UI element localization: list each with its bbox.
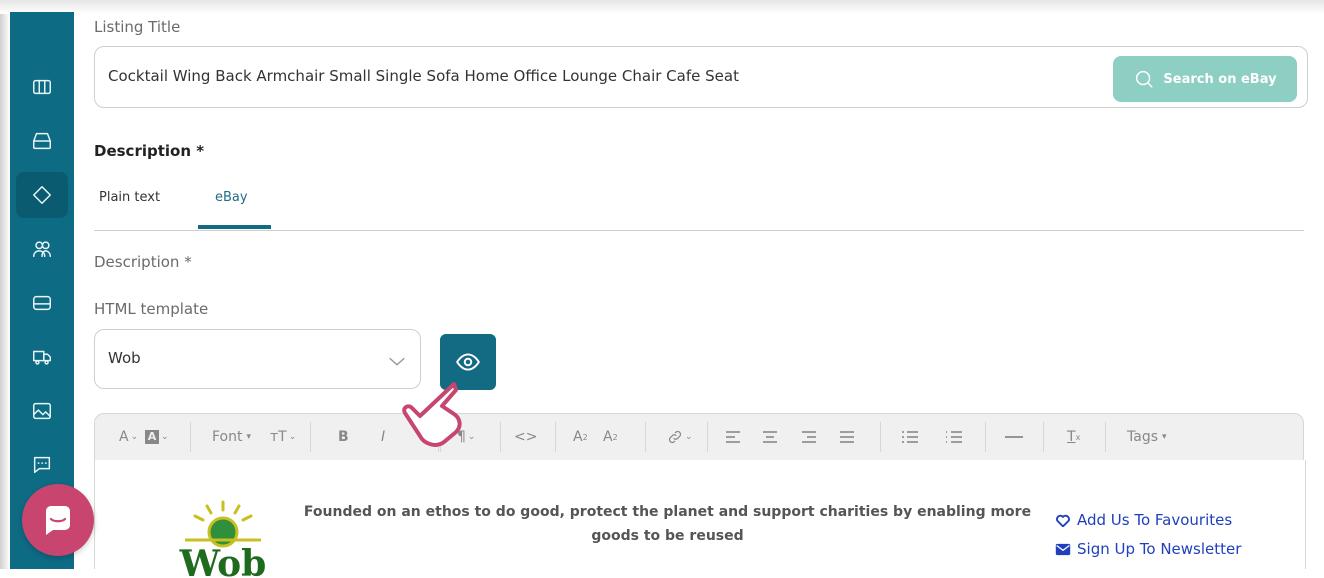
sidebar-item-users[interactable]: [16, 226, 68, 272]
font-label: Font: [212, 429, 243, 445]
tab-ebay[interactable]: eBay: [215, 190, 248, 205]
toolbar-divider: [880, 422, 881, 452]
toolbar-divider: [707, 422, 708, 452]
newsletter-label: Sign Up To Newsletter: [1077, 540, 1242, 558]
numbered-list-button[interactable]: [945, 414, 963, 460]
tag-icon: [33, 186, 51, 204]
wob-logo: Wob: [179, 500, 267, 578]
align-center-button[interactable]: [762, 414, 778, 460]
sidebar-item-shipping[interactable]: [16, 334, 68, 380]
toolbar-divider: [985, 422, 986, 452]
description-sub-label: Description *: [94, 253, 192, 271]
sidebar-item-messages[interactable]: [16, 442, 68, 488]
align-justify-button[interactable]: [839, 414, 855, 460]
eye-icon: [456, 353, 480, 371]
bullet-list-button[interactable]: [901, 414, 919, 460]
columns-icon: [33, 79, 51, 95]
heart-icon: [1056, 514, 1070, 527]
card-icon: [33, 295, 51, 311]
editor-toolbar: A ⌄ A ⌄ Font ▾ ᴛT ⌄ B I ¶ ⌄ <> A2 A2 ⌄ T…: [94, 413, 1304, 461]
sidebar-item-payments[interactable]: [16, 280, 68, 326]
chevron-down-icon: [389, 357, 405, 366]
add-favourites-link[interactable]: Add Us To Favourites: [1055, 511, 1232, 529]
font-size-button[interactable]: ᴛT ⌄: [270, 414, 296, 460]
toolbar-divider: [1105, 422, 1106, 452]
align-right-button[interactable]: [801, 414, 817, 460]
superscript-button[interactable]: A2: [573, 414, 588, 460]
background-color-button[interactable]: A ⌄: [145, 414, 169, 460]
image-icon: [33, 402, 51, 420]
toolbar-divider: [1043, 422, 1044, 452]
align-left-button[interactable]: [725, 414, 741, 460]
truck-icon: [33, 350, 51, 365]
html-template-label: HTML template: [94, 300, 209, 318]
font-dropdown[interactable]: Font ▾: [212, 414, 251, 460]
horizontal-rule-button[interactable]: [1005, 414, 1023, 460]
message-icon: [33, 456, 51, 474]
left-edge: [0, 0, 10, 569]
sidebar-item-tags[interactable]: [16, 172, 68, 218]
description-heading: Description *: [94, 142, 205, 160]
app-frame: Listing Title Cocktail Wing Back Armchai…: [0, 0, 1324, 578]
users-icon: [33, 241, 51, 258]
pointer-hand-icon: [402, 382, 462, 447]
inbox-icon: [33, 132, 51, 150]
code-view-button[interactable]: <>: [514, 414, 537, 460]
description-tabs: Plain text eBay: [94, 180, 1304, 231]
link-icon: [668, 430, 682, 444]
svg-text:Wob: Wob: [179, 543, 267, 578]
align-right-icon: [802, 431, 816, 443]
ethos-text: Founded on an ethos to do good, protect …: [303, 504, 1032, 544]
tab-plain-text[interactable]: Plain text: [99, 190, 160, 205]
toolbar-divider: [190, 422, 191, 452]
sidebar-item-media[interactable]: [16, 388, 68, 434]
envelope-icon: [1055, 543, 1071, 555]
horizontal-rule-icon: [1005, 436, 1023, 438]
sidebar-item-inbox[interactable]: [16, 118, 68, 164]
editor-area[interactable]: Wob Founded on an ethos to do good, prot…: [94, 460, 1306, 578]
active-tab-indicator: [198, 225, 271, 229]
search-on-ebay-label: Search on eBay: [1163, 71, 1277, 87]
chat-icon: [46, 506, 70, 535]
tags-dropdown[interactable]: Tags ▾: [1127, 414, 1167, 460]
chat-button[interactable]: [22, 484, 94, 556]
subscript-button[interactable]: A2: [603, 414, 618, 460]
sidebar-item-columns[interactable]: [16, 64, 68, 110]
listing-title-label: Listing Title: [94, 18, 181, 36]
listing-title-input[interactable]: Cocktail Wing Back Armchair Small Single…: [94, 46, 1308, 108]
align-center-icon: [763, 431, 777, 443]
clear-format-icon: T: [1067, 429, 1076, 445]
toolbar-divider: [555, 422, 556, 452]
align-left-icon: [726, 431, 740, 443]
toolbar-divider: [310, 422, 311, 452]
link-button[interactable]: ⌄: [667, 414, 693, 460]
add-favourites-label: Add Us To Favourites: [1077, 511, 1233, 529]
listing-title-value: Cocktail Wing Back Armchair Small Single…: [108, 67, 739, 85]
search-icon: [1136, 70, 1154, 88]
clear-format-button[interactable]: Tx: [1067, 414, 1080, 460]
tags-label: Tags: [1127, 429, 1158, 445]
html-template-value: Wob: [108, 349, 141, 367]
bold-button[interactable]: B: [338, 414, 349, 460]
highlight-icon: A: [145, 430, 159, 444]
newsletter-link[interactable]: Sign Up To Newsletter: [1055, 540, 1241, 558]
bullet-list-icon: [902, 431, 918, 443]
html-template-select[interactable]: Wob: [94, 329, 421, 389]
italic-button[interactable]: I: [381, 414, 385, 460]
numbered-list-icon: [946, 431, 962, 443]
search-on-ebay-button[interactable]: Search on eBay: [1113, 56, 1297, 102]
text-color-button[interactable]: A ⌄: [119, 414, 138, 460]
top-shadow: [0, 0, 1324, 14]
main-content: Listing Title Cocktail Wing Back Armchai…: [74, 12, 1324, 578]
toolbar-divider: [645, 422, 646, 452]
align-justify-icon: [840, 431, 854, 443]
toolbar-divider: [500, 422, 501, 452]
